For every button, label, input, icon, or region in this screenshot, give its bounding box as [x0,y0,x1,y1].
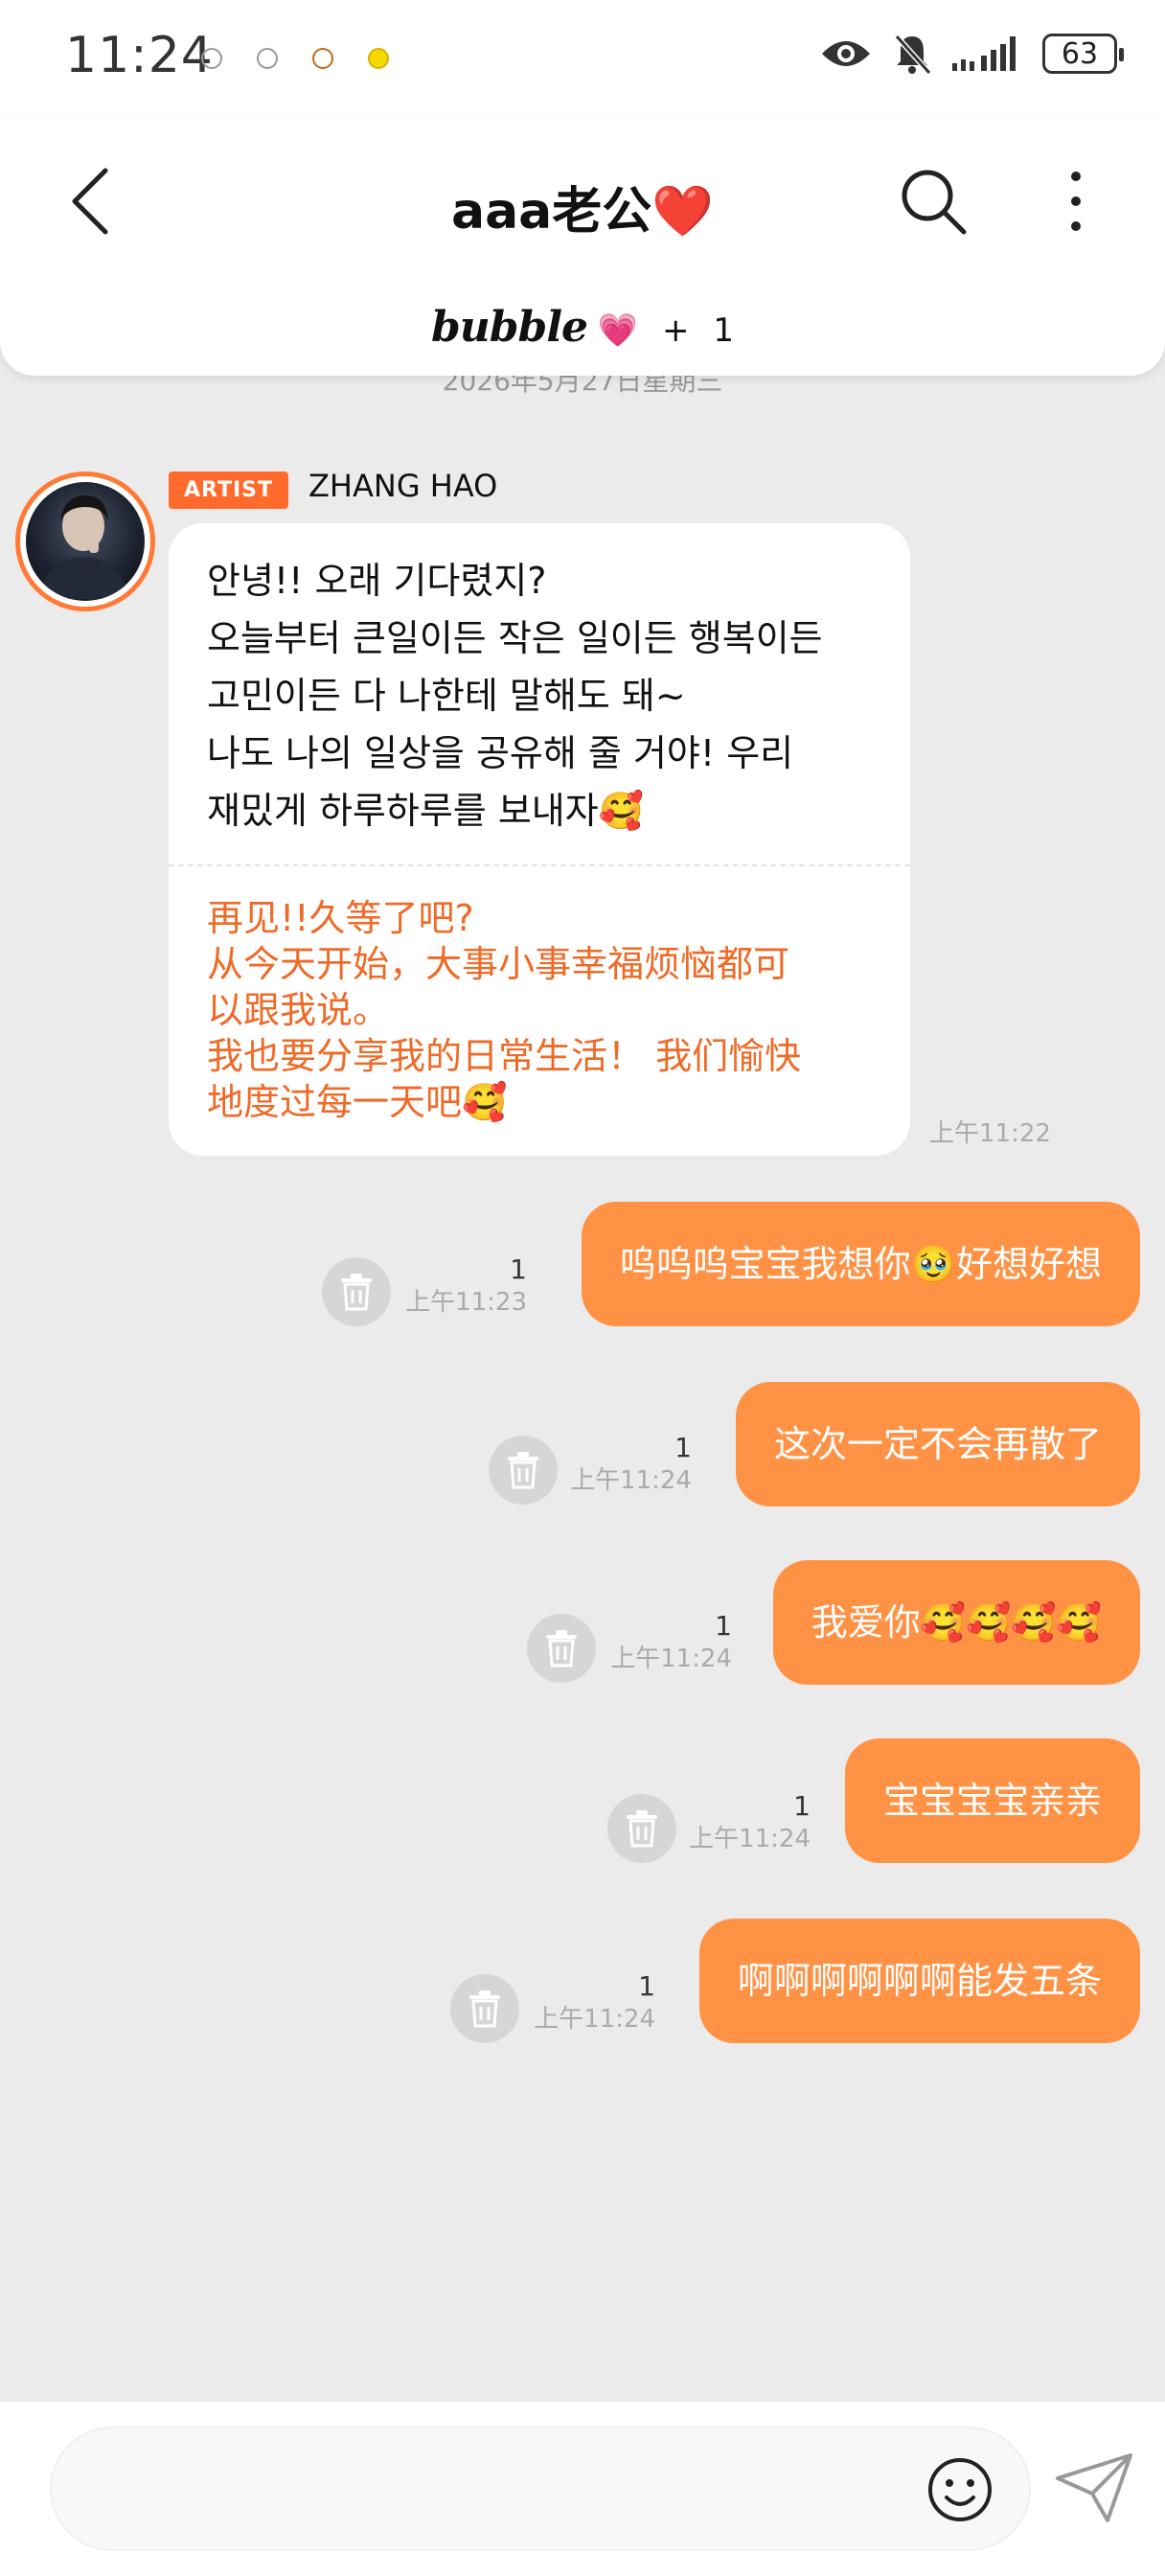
avatar-photo [26,482,145,601]
smiley-icon[interactable] [925,2455,994,2524]
mute-bell-icon [894,34,931,75]
bubble-count: 1 [713,311,734,350]
battery-indicator: 63 [1042,34,1124,74]
message-line: 안녕!! 오래 기다렸지? [207,560,547,602]
trash-icon[interactable] [527,1614,596,1683]
notification-icon [368,48,389,69]
chat-header: aaa老公❤️ bubble 💗 + 1 [0,115,1165,376]
bubble-heart-icon: 💗 [597,311,639,350]
artist-message-time: 上午11:22 [929,1119,1051,1148]
status-time: 11:24 [65,27,214,84]
translation-line: 再见!!久等了吧? [207,897,474,939]
search-icon[interactable] [897,165,970,238]
bubble-subscription[interactable]: bubble 💗 + 1 [0,303,1165,352]
message-composer [0,2402,1165,2576]
translation-line: 我也要分享我的日常生活！ 我们愉快 [207,1035,802,1077]
trash-icon[interactable] [450,1974,519,2043]
message-line: 재밌게 하루하루를 보내자🥰 [207,790,645,832]
message-meta: 1 上午11:24 [588,1610,732,1675]
translation-line: 从今天开始，大事小事幸福烦恼都可 [207,943,790,985]
artist-name: ZHANG HAO [308,468,498,504]
message-line: 오늘부터 큰일이든 작은 일이든 행복이든 [207,617,823,659]
user-message-bubble[interactable]: 这次一定不会再散了 [735,1382,1140,1506]
unread-count: 1 [638,1970,655,2002]
message-meta: 1 上午11:24 [512,1970,655,2036]
message-time: 上午11:23 [405,1288,527,1317]
translation-line: 以跟我说。 [207,989,390,1031]
artist-avatar[interactable] [15,472,155,611]
message-meta: 1 上午11:23 [383,1254,527,1319]
artist-message-bubble[interactable]: 안녕!! 오래 기다렸지? 오늘부터 큰일이든 작은 일이든 행복이든 고민이든… [169,523,910,1156]
message-time: 上午11:24 [610,1644,732,1673]
trash-icon[interactable] [489,1436,558,1505]
message-meta: 1 上午11:24 [548,1432,692,1497]
message-line: 나도 나의 일상을 공유해 줄 거야! 우리 [207,732,794,774]
unread-count: 1 [674,1432,692,1463]
message-meta: 1 上午11:24 [667,1790,811,1855]
trash-icon[interactable] [322,1257,391,1326]
user-message-bubble[interactable]: 呜呜呜宝宝我想你🥹好想好想 [581,1202,1140,1326]
artist-message-translation: 再见!!久等了吧? 从今天开始，大事小事幸福烦恼都可 以跟我说。 我也要分享我的… [169,866,910,1156]
user-message-bubble[interactable]: 我爱你🥰🥰🥰🥰 [772,1560,1140,1685]
unread-count: 1 [793,1790,811,1822]
message-time: 上午11:24 [570,1466,692,1495]
person-silhouette-icon [39,495,129,599]
bubble-plus: + [662,311,690,350]
bubble-logo: bubble [431,303,588,352]
unread-count: 1 [715,1610,732,1642]
signal-icon [952,36,1016,71]
status-bar: 11:24 63 [0,0,1165,115]
message-time: 上午11:24 [689,1825,811,1853]
chat-title: aaa老公❤️ [450,183,715,241]
artist-badge: ARTIST [169,472,289,509]
notification-icon [257,48,278,69]
user-message-bubble[interactable]: 宝宝宝宝亲亲 [844,1738,1140,1863]
notification-icon [201,48,222,69]
unread-count: 1 [510,1254,527,1285]
artist-message-original: 안녕!! 오래 기다렸지? 오늘부터 큰일이든 작은 일이든 행복이든 고민이든… [169,523,910,866]
send-icon[interactable] [1054,2451,1134,2524]
message-input[interactable] [50,2426,1031,2551]
message-time: 上午11:24 [534,2005,655,2034]
translation-line: 地度过每一天吧🥰 [207,1081,508,1123]
message-line: 고민이든 다 나한테 말해도 돼~ [207,675,686,717]
user-message-bubble[interactable]: 啊啊啊啊啊啊能发五条 [698,1919,1140,2043]
trash-icon[interactable] [607,1794,676,1863]
status-indicators: 63 [820,33,1124,75]
notification-icon [312,48,333,69]
eye-icon [822,41,870,66]
more-vertical-icon[interactable] [1052,163,1100,240]
